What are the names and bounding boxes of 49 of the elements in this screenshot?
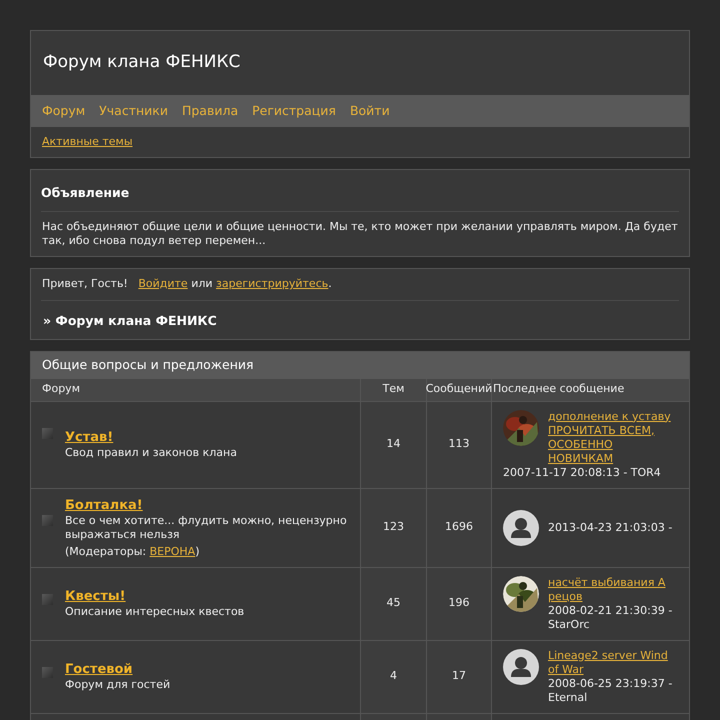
forum-description: Все о чем хотите... флудить можно, нецензурно выражаться нельзя [65, 514, 348, 542]
moderator-link[interactable]: ВЕРОНА [150, 544, 196, 558]
forum-status-icon [42, 666, 53, 678]
forum-title-link[interactable]: Устав! [65, 429, 114, 446]
forum-description: Свод правил и законов клана [65, 446, 237, 460]
forum-description: Описание интересных квестов [65, 605, 244, 619]
last-post-link[interactable]: Lineage2 server Wind of War [548, 648, 675, 676]
default-avatar-icon [503, 648, 539, 684]
column-header: Тем [382, 381, 404, 398]
forum-description: Форум для гостей [65, 678, 170, 692]
announcement-text: Нас объединяют общие цели и общие ценности. Мы те, кто может при желании управлять миром. Да будет так, ибо снова подул ветер перемен... [41, 219, 679, 249]
nav-link[interactable]: Участники [99, 102, 168, 120]
column-header: Сообщений [426, 381, 492, 398]
forum-title-link[interactable]: Квесты! [65, 588, 126, 605]
nav-link[interactable]: Регистрация [252, 102, 336, 120]
nav-link[interactable]: Правила [182, 102, 238, 120]
posts-count: 113 [427, 402, 492, 488]
login-link[interactable]: Войдите [138, 277, 188, 290]
forum-title-link[interactable]: Гостевой [65, 661, 133, 678]
forum-status-icon [42, 428, 53, 438]
last-post-info: 2008-06-25 23:19:37 - Eternal [548, 676, 674, 704]
posts-count: 1696 [427, 488, 492, 566]
topics-count: 123 [361, 488, 427, 566]
default-avatar-icon [503, 510, 539, 546]
announcement-title: Объявление [41, 185, 130, 200]
nav-link[interactable]: Войти [350, 102, 390, 120]
breadcrumb: » Форум клана ФЕНИКС [43, 312, 217, 328]
last-post-info: 2008-02-21 21:30:39 - StarOrc [548, 604, 674, 632]
forum-status-icon [42, 594, 53, 604]
subnav-link[interactable]: Активные темы [42, 134, 133, 150]
welcome-text: Привет, Гость! Войдите или зарегистрируйтесь. [42, 276, 333, 292]
forum-status-icon [42, 514, 53, 526]
forum-title-link[interactable]: Болталка! [65, 496, 143, 514]
topics-count: 4 [361, 640, 427, 712]
last-post-link[interactable]: дополнение к уставу ПРОЧИТАТЬ ВСЕМ, ОСОБЕННО НОВИЧКАМ [548, 410, 675, 466]
topics-count: 14 [361, 402, 427, 488]
last-post-info: 2013-04-23 21:03:03 - [548, 520, 672, 534]
posts-count: 196 [427, 568, 492, 640]
last-post-info: 2007-11-17 20:08:13 - TOR4 [503, 466, 662, 480]
site-title: Форум клана ФЕНИКС [43, 51, 240, 74]
nav-link[interactable]: Форум [42, 102, 86, 120]
moderators-text: (Модераторы: ВЕРОНА) [65, 544, 201, 558]
posts-count: 17 [427, 640, 492, 712]
register-link[interactable]: зарегистрируйтесь [216, 277, 328, 290]
topics-count: 45 [361, 568, 427, 640]
column-header: Последнее сообщение [493, 381, 624, 398]
column-header: Форум [42, 381, 80, 398]
category-title: Общие вопросы и предложения [42, 356, 254, 374]
last-post-link[interactable]: насчёт выбивания А рецов [548, 576, 675, 604]
